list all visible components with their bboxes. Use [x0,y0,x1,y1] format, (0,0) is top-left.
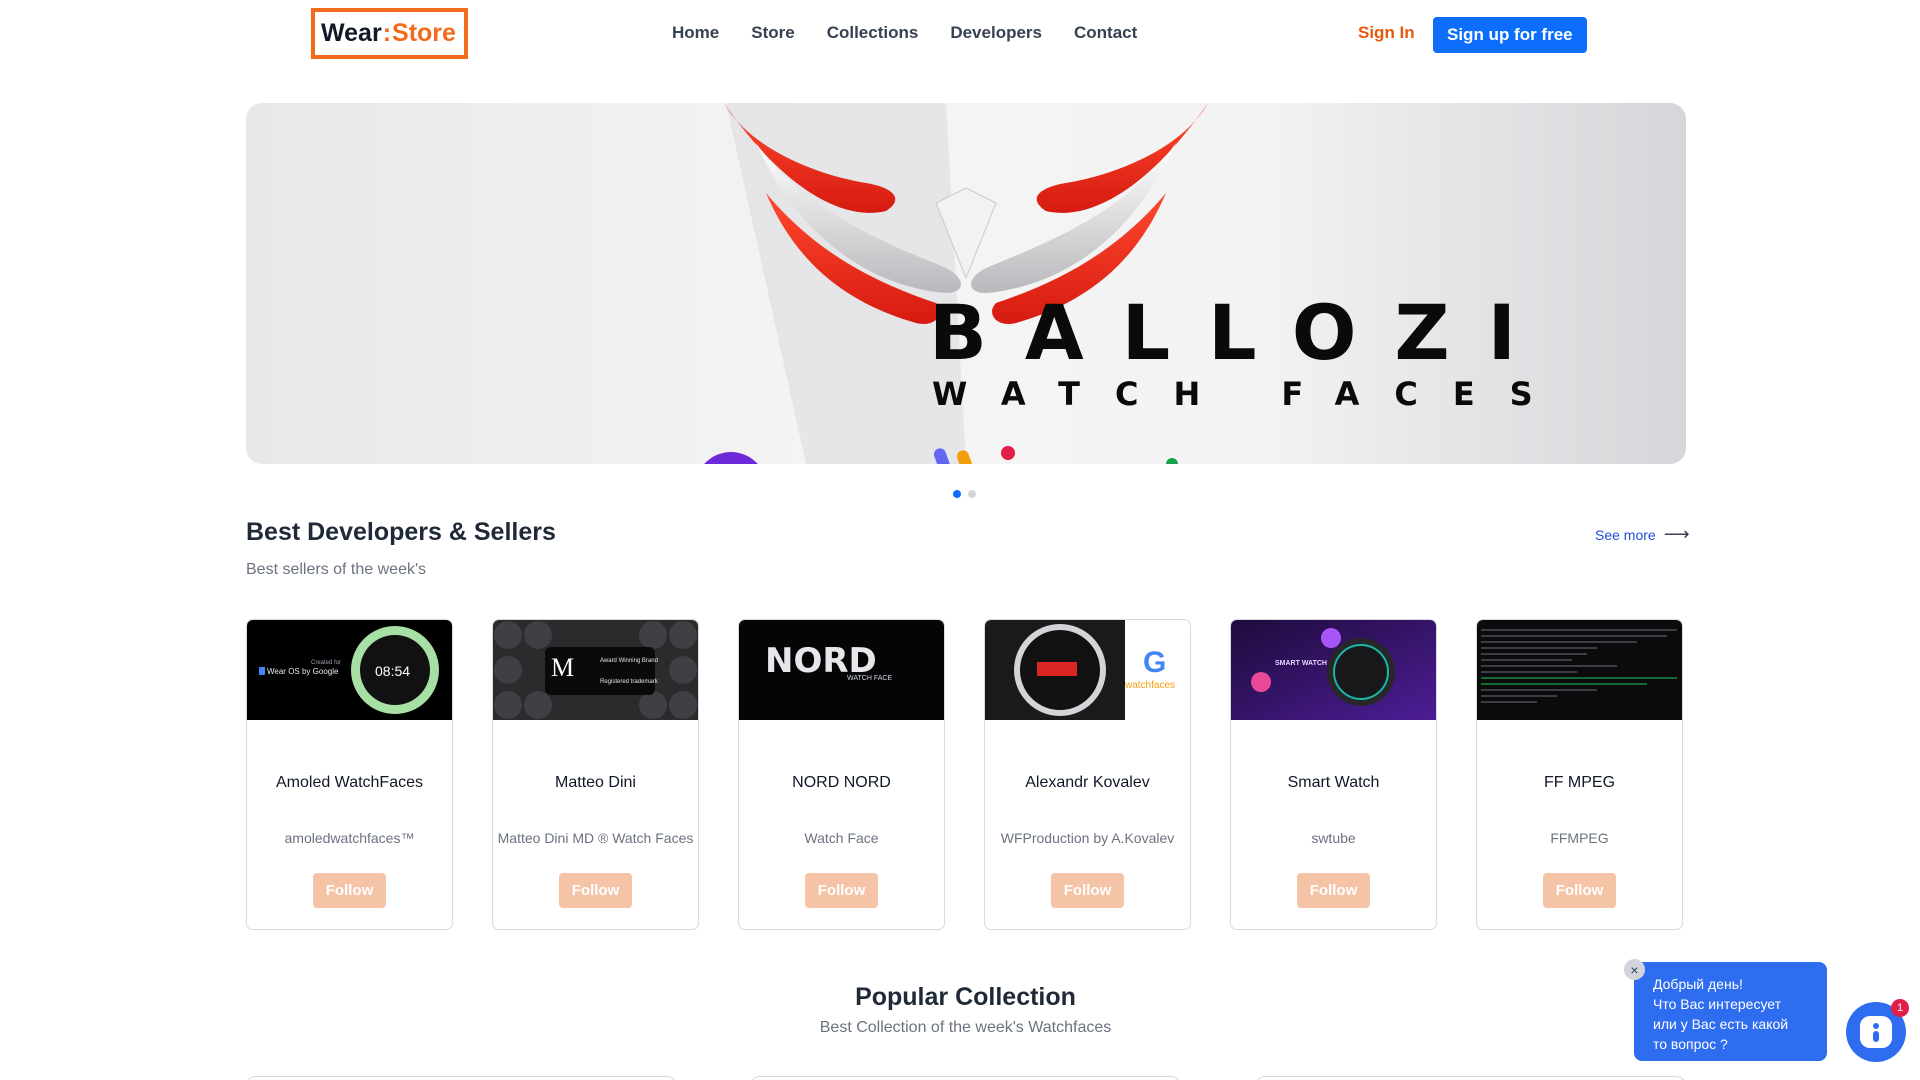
chat-bubble-icon [1860,1016,1892,1048]
developer-name: NORD NORD [792,774,891,791]
nav-developers[interactable]: Developers [950,23,1042,43]
svg-text:Created for: Created for [311,660,341,666]
developer-card[interactable]: G watchfaces Alexandr Kovalev WFProducti… [984,619,1191,930]
chat-unread-badge: 1 [1891,999,1909,1017]
developer-name: Matteo Dini [555,774,636,791]
developer-handle: swtube [1311,830,1356,846]
collection-card[interactable] [750,1076,1181,1080]
nav-collections[interactable]: Collections [827,23,919,43]
developer-cards: 08:54 Created for Wear OS by Google Amol… [246,619,1686,930]
developer-card[interactable]: FF MPEG FFMPEG Follow [1476,619,1683,930]
svg-text:SMART WATCH: SMART WATCH [1275,660,1327,667]
nav-home[interactable]: Home [672,23,719,43]
developer-thumbnail: NORD WATCH FACE [739,620,944,720]
developers-subtitle: Best sellers of the week's [246,561,427,578]
follow-button[interactable]: Follow [1051,873,1124,908]
follow-button[interactable]: Follow [1297,873,1370,908]
developer-handle: FFMPEG [1550,830,1609,846]
developer-thumbnail: M Award Winning Brand Registered tradema… [493,620,698,720]
svg-text:G: G [1143,646,1166,679]
carousel-dot-1[interactable] [953,490,961,498]
see-more-link[interactable]: See more ⟶ [1595,524,1690,545]
follow-button[interactable]: Follow [1543,873,1616,908]
carousel-dot-2[interactable] [968,490,976,498]
svg-text:Registered trademark: Registered trademark [600,679,659,685]
developer-handle: WFProduction by A.Kovalev [1000,830,1175,846]
chat-line: Добрый день! [1653,976,1743,992]
developer-handle: Watch Face [804,830,879,846]
chat-greeting-bubble[interactable]: Добрый день! Что Вас интересует или у Ва… [1634,962,1827,1061]
chat-close-button[interactable]: × [1624,959,1645,980]
collection-subtitle: Best Collection of the week's Watchfaces [819,1019,1112,1036]
developer-card[interactable]: NORD WATCH FACE NORD NORD Watch Face Fol… [738,619,945,930]
wearstore-logo[interactable]: Wear : Store [311,8,468,59]
developer-card[interactable]: SMART WATCH Smart Watch swtube Follow [1230,619,1437,930]
follow-button[interactable]: Follow [313,873,386,908]
developer-thumbnail [1477,620,1682,720]
chat-line: то вопрос ? [1653,1036,1728,1052]
see-more-label: See more [1595,526,1656,543]
developer-name: FF MPEG [1543,774,1616,791]
thumb-time: 08:54 [375,663,410,679]
developer-card[interactable]: 08:54 Created for Wear OS by Google Amol… [246,619,453,930]
nav-store[interactable]: Store [751,23,794,43]
collection-title: Popular Collection [855,983,1076,1011]
svg-text:Award Winning Brand: Award Winning Brand [600,658,658,664]
chat-line: или у Вас есть какой [1653,1016,1789,1032]
developer-thumbnail: G watchfaces [985,620,1190,720]
carousel-dots [953,490,976,498]
developer-name: Amoled WatchFaces [275,774,423,791]
follow-button[interactable]: Follow [805,873,878,908]
main-nav: Home Store Collections Developers Contac… [672,0,1169,66]
banner-brand: BALLOZI [929,288,1554,377]
developer-handle: Matteo Dini MD ® Watch Faces [497,830,694,846]
collection-card[interactable] [246,1076,677,1080]
sign-in-link[interactable]: Sign In [1358,23,1415,43]
site-header: Wear : Store Home Store Collections Deve… [0,0,1920,70]
svg-text:Wear OS by Google: Wear OS by Google [267,667,339,676]
nav-contact[interactable]: Contact [1074,23,1137,43]
svg-text:M: M [551,653,574,682]
follow-button[interactable]: Follow [559,873,632,908]
developer-handle: amoledwatchfaces™ [284,830,415,846]
svg-text:watchfaces: watchfaces [1124,680,1175,691]
developer-thumbnail: SMART WATCH [1231,620,1436,720]
developer-name: Smart Watch [1287,774,1380,791]
sign-up-button[interactable]: Sign up for free [1433,17,1587,53]
logo-word-wear: Wear [321,19,382,47]
developer-card[interactable]: M Award Winning Brand Registered tradema… [492,619,699,930]
hero-banner[interactable]: BALLOZI WATCH FACES [246,103,1686,464]
logo-colon: : [382,19,392,47]
logo-word-store: Store [392,19,456,47]
developer-name: Alexandr Kovalev [1025,774,1150,791]
arrow-right-icon: ⟶ [1663,524,1690,544]
developers-title: Best Developers & Sellers [246,518,556,546]
developer-thumbnail: 08:54 Created for Wear OS by Google [247,620,452,720]
svg-text:WATCH FACE: WATCH FACE [847,675,892,682]
collection-card[interactable] [1255,1076,1686,1080]
chat-line: Что Вас интересует [1653,996,1782,1012]
banner-subtitle: WATCH FACES [932,375,1568,413]
